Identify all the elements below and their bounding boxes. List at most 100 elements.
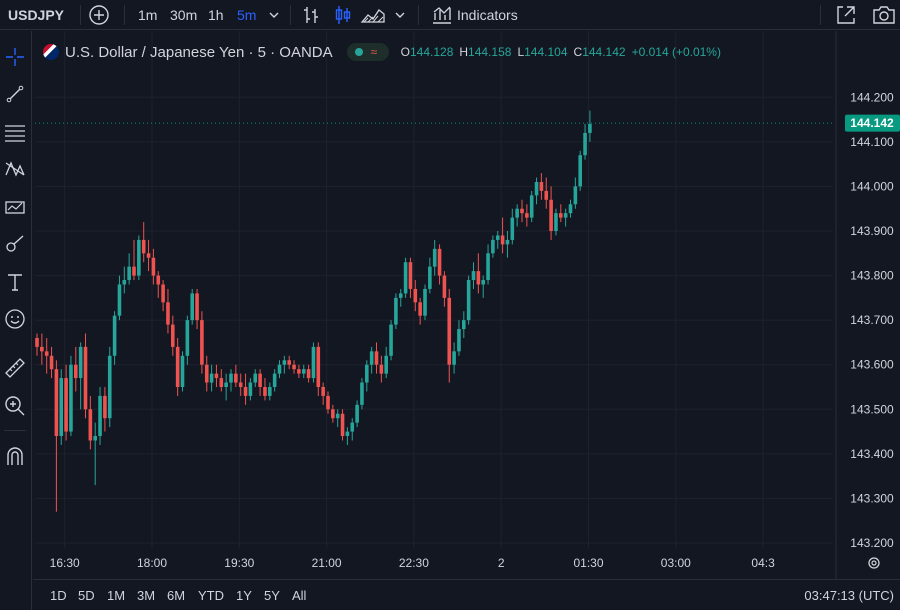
candle-body [568, 204, 573, 214]
candle-body [326, 395, 330, 410]
time-tick-label: 16:30 [50, 556, 80, 570]
price-tick-label: 143.800 [850, 269, 894, 283]
candle-body [141, 239, 146, 254]
candle-body [98, 395, 102, 437]
change-value: +0.014 (+0.01%) [631, 45, 721, 59]
candle-body [166, 302, 170, 325]
add-symbol-icon[interactable] [88, 0, 110, 30]
toolbar-divider [820, 5, 821, 25]
interval-5m-button[interactable]: 5m [237, 0, 256, 30]
candle-body [35, 337, 39, 347]
candle-body [185, 320, 190, 356]
bar-chart-type-icon[interactable] [302, 0, 320, 30]
candle-body [321, 387, 325, 396]
candle-body [44, 351, 49, 356]
indicators-button[interactable]: Indicators [457, 0, 518, 30]
candle-body [229, 373, 233, 383]
candle-body [243, 387, 248, 396]
range-1m-button[interactable]: 1M [107, 580, 125, 610]
range-1y-button[interactable]: 1Y [236, 580, 252, 610]
fullscreen-icon[interactable] [835, 0, 857, 30]
candle-body [505, 239, 510, 245]
brush-icon[interactable] [0, 229, 30, 259]
interval-30m-button[interactable]: 30m [170, 0, 197, 30]
range-5y-button[interactable]: 5Y [264, 580, 280, 610]
candle-body [292, 364, 296, 370]
candle-body [549, 199, 553, 231]
trend-line-icon[interactable] [0, 79, 30, 109]
candle-body [103, 395, 107, 419]
symbol-search-button[interactable]: USDJPY [8, 0, 64, 30]
camera-snapshot-icon[interactable] [872, 0, 896, 30]
ruler-icon[interactable] [0, 353, 30, 383]
candle-body [529, 195, 534, 218]
candle-body [500, 235, 505, 245]
candle-body [374, 351, 379, 365]
chart-legend: U.S. Dollar / Japanese Yen · 5 · OANDA ≈… [43, 42, 721, 62]
open-label: O [400, 45, 410, 59]
candle-body [277, 364, 282, 374]
area-chart-type-icon[interactable] [360, 0, 386, 30]
candle-body [462, 320, 466, 330]
ohlc-values: O144.128 H144.158 L144.104 C144.142 +0.0… [401, 45, 721, 59]
price-tick-label: 144.200 [850, 90, 894, 104]
candle-body [78, 346, 83, 379]
candle-body [316, 346, 321, 387]
range-ytd-button[interactable]: YTD [198, 580, 224, 610]
candle-body [365, 364, 369, 383]
axis-settings-icon[interactable] [868, 557, 880, 569]
market-open-dot-icon [354, 48, 363, 56]
zoom-in-icon[interactable] [0, 391, 30, 421]
candles-chart-type-icon[interactable] [334, 0, 352, 30]
interval-1m-button[interactable]: 1m [138, 0, 157, 30]
candle-body [200, 320, 204, 365]
candle-body [331, 409, 335, 419]
prediction-icon[interactable] [0, 192, 30, 222]
toolbar-divider [418, 5, 419, 25]
top-toolbar: USDJPY 1m 30m 1h 5m Indicators [0, 0, 900, 30]
indicators-icon[interactable] [431, 0, 453, 30]
text-tool-icon[interactable] [0, 267, 30, 297]
market-status-pill[interactable]: ≈ [346, 43, 389, 61]
candle-body [219, 378, 224, 387]
candle-body [515, 208, 519, 218]
range-3m-button[interactable]: 3M [137, 580, 155, 610]
price-chart[interactable]: 144.200 144.100 144.000 143.900 143.800 143.7… [33, 31, 900, 579]
magnet-icon[interactable] [0, 441, 30, 471]
range-6m-button[interactable]: 6M [167, 580, 185, 610]
candle-body [340, 413, 345, 437]
toolbar-divider [290, 5, 291, 25]
pattern-icon[interactable] [0, 154, 30, 184]
low-value: 144.104 [524, 45, 568, 59]
range-all-button[interactable]: All [292, 580, 306, 610]
price-tick-label: 143.300 [850, 491, 894, 505]
candle-body [389, 324, 393, 356]
candle-body [559, 213, 563, 218]
high-value: 144.158 [468, 45, 512, 59]
range-5d-button[interactable]: 5D [78, 580, 95, 610]
range-1d-button[interactable]: 1D [50, 580, 67, 610]
chart-type-dropdown-icon[interactable] [394, 0, 406, 30]
candle-body [64, 378, 68, 432]
candle-body [88, 409, 93, 441]
time-tick-label: 21:00 [312, 556, 342, 570]
legend-title[interactable]: U.S. Dollar / Japanese Yen · 5 · OANDA [65, 44, 333, 61]
crosshair-icon[interactable] [0, 42, 30, 72]
last-price-marker: 144.142 [845, 114, 900, 132]
candle-body [360, 382, 364, 405]
time-tick-label: 04:3 [751, 556, 775, 570]
candle-body [495, 235, 500, 240]
toolbar-divider [4, 430, 26, 431]
candle-body [190, 293, 194, 321]
utc-clock[interactable]: 03:47:13 (UTC) [804, 580, 894, 610]
interval-1h-button[interactable]: 1h [208, 0, 224, 30]
candle-body [428, 266, 432, 289]
fib-retracement-icon[interactable] [0, 117, 30, 147]
candle-body [146, 253, 151, 258]
candle-body [209, 373, 214, 383]
candle-body [384, 355, 388, 374]
interval-dropdown-icon[interactable] [268, 0, 280, 30]
last-price-label: 144.142 [850, 116, 894, 130]
emoji-icon[interactable] [0, 304, 30, 334]
candle-body [224, 382, 228, 387]
